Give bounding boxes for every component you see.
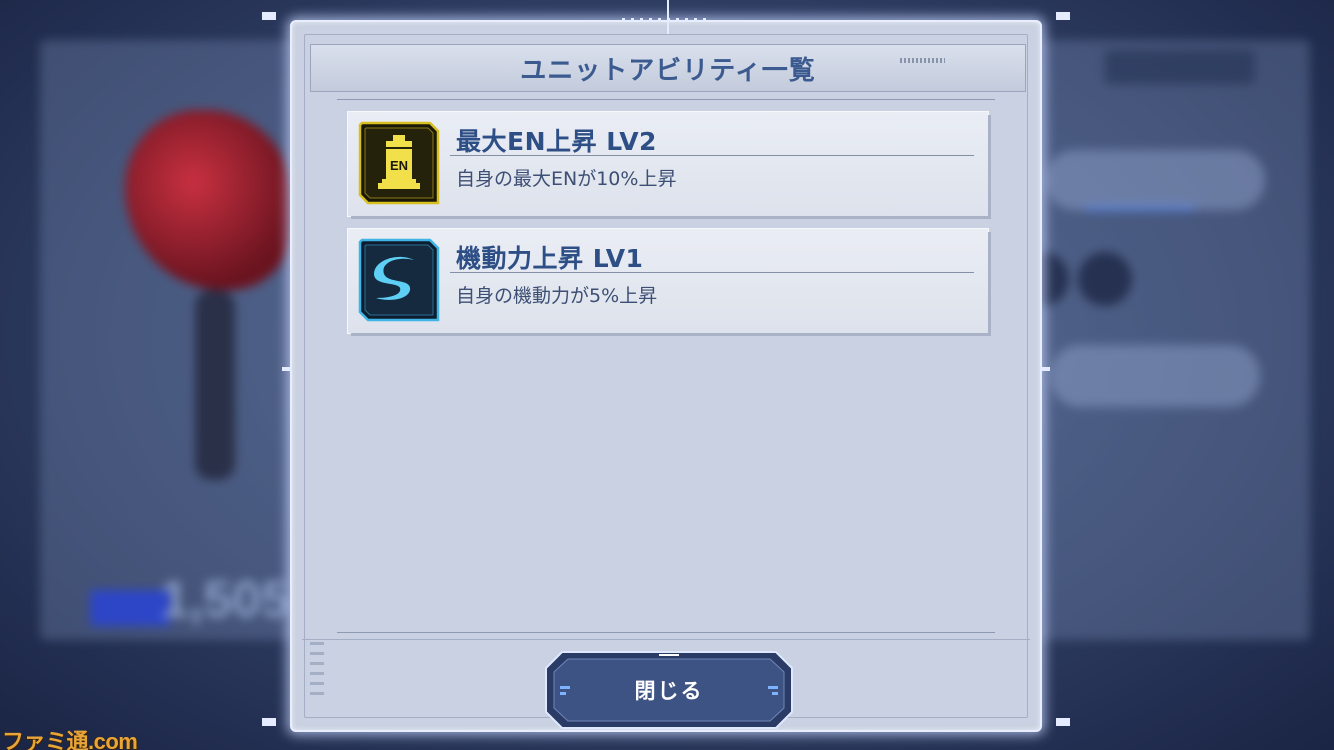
background-circle <box>1078 252 1132 306</box>
frame-corner-mark <box>1056 718 1070 726</box>
ability-name: 機動力上昇 LV1 <box>456 244 644 273</box>
frame-side-tick <box>1040 367 1050 371</box>
ability-description: 自身の最大ENが10%上昇 <box>456 168 677 190</box>
ability-list: EN 最大EN上昇 LV2 自身の最大ENが10%上昇 機動力上昇 LV1 自身… <box>348 112 988 346</box>
modal-title: ユニットアビリティ一覧 <box>520 55 816 86</box>
ability-description: 自身の機動力が5%上昇 <box>456 285 658 307</box>
background-pill <box>1050 345 1260 407</box>
close-button[interactable]: 閉じる <box>544 650 794 730</box>
divider <box>337 99 995 100</box>
background-blue-bar <box>90 590 170 626</box>
modal-title-bar: ユニットアビリティ一覧 <box>310 44 1026 92</box>
background-unit-value: 1,505 <box>160 571 291 629</box>
en-battery-icon: EN <box>358 121 440 205</box>
title-decoration <box>900 58 945 63</box>
mobility-swoosh-icon <box>358 238 440 322</box>
en-icon-label: EN <box>390 158 408 173</box>
frame-corner-mark <box>262 12 276 20</box>
ability-item: 機動力上昇 LV1 自身の機動力が5%上昇 <box>348 229 988 333</box>
background-pill <box>1045 150 1265 210</box>
ability-underline <box>450 155 974 156</box>
watermark-logo: ファミ通.com <box>2 729 138 750</box>
frame-corner-mark <box>262 718 276 726</box>
close-button-label: 閉じる <box>634 679 704 703</box>
divider <box>337 632 995 633</box>
frame-top-tick <box>667 0 669 34</box>
ability-list-modal: ユニットアビリティ一覧 EN 最大EN上昇 LV2 自身の最大ENが10%上昇 … <box>282 0 1050 732</box>
frame-dashes <box>310 642 324 702</box>
ability-underline <box>450 272 974 273</box>
ability-item: EN 最大EN上昇 LV2 自身の最大ENが10%上昇 <box>348 112 988 216</box>
frame-corner-mark <box>1056 12 1070 20</box>
divider <box>302 639 1030 640</box>
background-mech-leg <box>195 290 235 480</box>
frame-side-tick <box>282 367 292 371</box>
frame-top-ticks <box>622 18 712 22</box>
background-tag <box>1105 50 1255 84</box>
ability-name: 最大EN上昇 LV2 <box>456 127 657 156</box>
background-status-panel <box>1020 40 1310 640</box>
